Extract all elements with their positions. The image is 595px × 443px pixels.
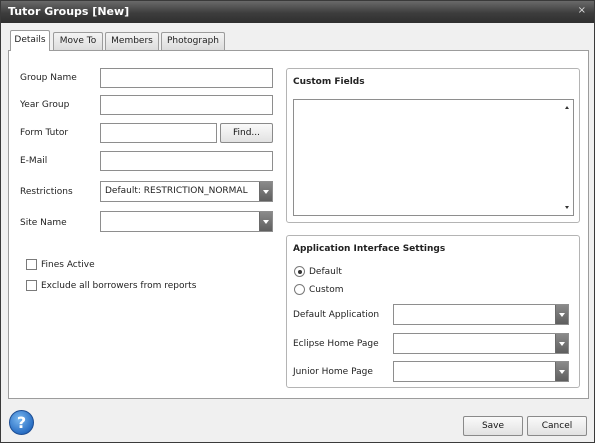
title-bar[interactable]: Tutor Groups [New] ×	[1, 1, 594, 23]
radio-default-label: Default	[309, 267, 342, 277]
default-application-label: Default Application	[293, 310, 380, 320]
tab-photograph[interactable]: Photograph	[161, 32, 225, 50]
eclipse-home-select[interactable]	[393, 333, 569, 354]
scroll-down-icon[interactable]	[565, 206, 569, 209]
find-button[interactable]: Find...	[220, 123, 273, 143]
custom-fields-group: Custom Fields	[286, 68, 580, 223]
site-name-select[interactable]	[100, 211, 273, 232]
window-title: Tutor Groups [New]	[8, 5, 130, 18]
default-application-select[interactable]	[393, 304, 569, 325]
form-tutor-label: Form Tutor	[20, 128, 69, 138]
cancel-button[interactable]: Cancel	[527, 416, 587, 436]
form-tutor-input[interactable]	[100, 123, 217, 143]
exclude-reports-label: Exclude all borrowers from reports	[41, 281, 197, 291]
app-interface-settings-title: Application Interface Settings	[293, 244, 446, 254]
exclude-reports-checkbox[interactable]	[26, 280, 37, 291]
chevron-down-icon[interactable]	[555, 362, 568, 381]
custom-fields-title: Custom Fields	[293, 77, 365, 87]
email-input[interactable]	[100, 151, 273, 171]
group-name-label: Group Name	[20, 73, 77, 83]
eclipse-home-label: Eclipse Home Page	[293, 339, 379, 349]
radio-default[interactable]	[294, 266, 305, 277]
tab-members[interactable]: Members	[105, 32, 159, 50]
app-interface-settings-group: Application Interface Settings Default C…	[286, 235, 580, 388]
radio-custom[interactable]	[294, 284, 305, 295]
group-name-input[interactable]	[100, 68, 273, 88]
close-icon[interactable]: ×	[578, 5, 586, 16]
site-name-label: Site Name	[20, 218, 67, 228]
year-group-label: Year Group	[20, 100, 70, 110]
year-group-input[interactable]	[100, 95, 273, 115]
custom-fields-list[interactable]	[293, 99, 574, 216]
email-label: E-Mail	[20, 156, 48, 166]
chevron-down-icon[interactable]	[259, 182, 272, 201]
chevron-down-icon[interactable]	[555, 305, 568, 324]
custom-fields-scrollbar[interactable]	[562, 100, 573, 215]
fines-active-checkbox[interactable]	[26, 259, 37, 270]
tab-move-to[interactable]: Move To	[53, 32, 103, 50]
restrictions-label: Restrictions	[20, 187, 73, 197]
help-icon[interactable]: ?	[9, 410, 34, 435]
fines-active-label: Fines Active	[41, 260, 95, 270]
save-button[interactable]: Save	[463, 416, 523, 436]
radio-custom-label: Custom	[309, 285, 344, 295]
junior-home-label: Junior Home Page	[293, 367, 373, 377]
chevron-down-icon[interactable]	[259, 212, 272, 231]
chevron-down-icon[interactable]	[555, 334, 568, 353]
scroll-up-icon[interactable]	[565, 106, 569, 109]
tab-details[interactable]: Details	[10, 30, 50, 51]
restrictions-select[interactable]: Default: RESTRICTION_NORMAL	[100, 181, 273, 202]
tutor-groups-dialog: Tutor Groups [New] × Details Move To Mem…	[0, 0, 595, 443]
junior-home-select[interactable]	[393, 361, 569, 382]
details-panel: Group Name Year Group Form Tutor Find...…	[8, 50, 589, 399]
restrictions-selected-value: Default: RESTRICTION_NORMAL	[105, 186, 248, 196]
